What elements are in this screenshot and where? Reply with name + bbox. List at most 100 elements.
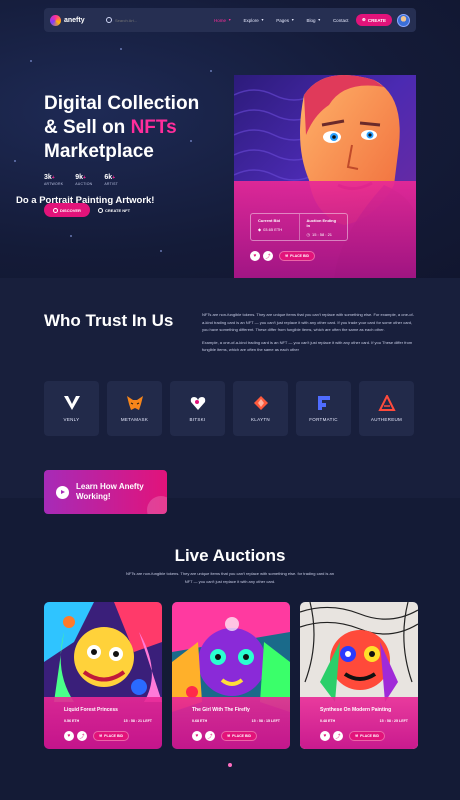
menu-label: Blog — [306, 17, 316, 23]
card-info-panel — [44, 697, 162, 749]
hero-title-line1: Digital Collection — [44, 93, 200, 114]
place-bid-label: PLACE BID — [232, 734, 252, 738]
authereum-icon — [377, 395, 396, 411]
compass-icon — [53, 207, 59, 213]
hero-title: Digital Collection & Sell on NFTs Market… — [44, 92, 224, 164]
menu-label: Contact — [332, 17, 349, 23]
brand-logo[interactable]: anefty — [50, 14, 106, 26]
user-avatar[interactable] — [397, 13, 410, 27]
current-bid-label: Current Bid — [258, 218, 280, 223]
partner-name: VENLY — [63, 417, 80, 422]
search-input[interactable] — [115, 17, 195, 23]
share-icon[interactable]: ⤴ — [205, 731, 215, 741]
heart-icon[interactable]: ♥ — [64, 731, 74, 741]
card-title: Liquid Forest Princess — [64, 707, 118, 713]
stat-artwork: 3k+ ARTWORK — [44, 174, 63, 186]
card-time-left: 15 : 58 : 25 LEFT — [379, 719, 408, 723]
place-bid-button[interactable]: ⚒ PLACE BID — [349, 731, 386, 741]
live-auctions-subtitle: NFTs are non-fungible tokens. They are u… — [126, 571, 334, 584]
hero-title-highlight: NFTs — [130, 117, 177, 138]
stat-value: 3k — [44, 174, 52, 181]
stat-artist: 6k+ ARTIST — [104, 174, 118, 186]
menu-item-pages[interactable]: Pages ▼ — [276, 18, 294, 23]
trust-paragraph: Example, a one-of-a-kind trading card is… — [202, 339, 413, 353]
partner-klaytn[interactable]: KLAYTN — [233, 381, 288, 436]
logo-icon — [50, 14, 61, 26]
hero-stats: 3k+ ARTWORK 9k+ AUCTION 6k+ ARTIST — [44, 174, 118, 186]
stat-label: ARTWORK — [44, 182, 64, 186]
gavel-icon: ⚒ — [99, 734, 103, 738]
page: anefty Home▼ Explore▼ Pages▼ Blog▼ Conta… — [0, 0, 460, 800]
carousel-dot[interactable] — [228, 763, 232, 767]
share-icon[interactable]: ⤴ — [333, 731, 343, 741]
learn-how-button[interactable]: Learn How Anefty Working! — [44, 470, 167, 514]
share-icon[interactable]: ⤴ — [77, 731, 87, 741]
chevron-down-icon: ▼ — [228, 18, 232, 22]
card-actions: ♥ ⤴ ⚒ PLACE BID — [320, 731, 386, 741]
card-actions: ♥ ⤴ ⚒ PLACE BID — [64, 731, 130, 741]
partner-logos: VENLY METAMASK BITSKI KLAYTN FORTMATIC A… — [44, 381, 414, 436]
brand-name: anefty — [64, 16, 85, 24]
menu-item-contact[interactable]: Contact — [333, 18, 349, 23]
auction-card[interactable]: The Girl With The Firefly 0.68 ETH 15 : … — [172, 602, 290, 749]
menu-item-blog[interactable]: Blog ▼ — [306, 18, 320, 23]
auction-ending-value: 15 : 58 : 21 — [312, 232, 333, 237]
partner-authereum[interactable]: AUTHEREUM — [359, 381, 414, 436]
decorative-circle — [147, 496, 167, 514]
partner-venly[interactable]: VENLY — [44, 381, 99, 436]
partner-name: METAMASK — [120, 417, 149, 422]
clock-icon: ◷ — [306, 232, 311, 237]
menu-label: Pages — [276, 17, 289, 23]
auction-card[interactable]: Liquid Forest Princess 0.56 ETH 15 : 58 … — [44, 602, 162, 749]
hero-title-line2: & Sell on — [44, 117, 131, 138]
heart-icon[interactable]: ♥ — [192, 731, 202, 741]
discover-label: DISCOVER — [60, 207, 81, 213]
card-meta: 0.68 ETH 15 : 58 : 15 LEFT — [192, 719, 280, 723]
partner-bitski[interactable]: BITSKI — [170, 381, 225, 436]
gavel-icon: ⚒ — [285, 254, 289, 258]
place-bid-label: PLACE BID — [360, 734, 380, 738]
card-actions: ♥ ⤴ ⚒ PLACE BID — [192, 731, 258, 741]
partner-metamask[interactable]: METAMASK — [107, 381, 162, 436]
carousel-pagination — [0, 763, 460, 767]
card-price: 0.68 ETH — [192, 719, 208, 723]
place-bid-button[interactable]: ⚒ PLACE BID — [221, 731, 258, 741]
place-bid-button[interactable]: ⚒ PLACE BID — [93, 731, 130, 741]
card-time-left: 15 : 58 : 15 LEFT — [251, 719, 280, 723]
card-price: 0.56 ETH — [64, 719, 80, 723]
ethereum-icon: ◆ — [258, 227, 262, 232]
card-title: Synthese On Modern Painting — [320, 707, 392, 713]
top-navbar: anefty Home▼ Explore▼ Pages▼ Blog▼ Conta… — [44, 8, 416, 32]
create-nft-label: CREATE NFT — [105, 207, 131, 213]
heart-icon[interactable]: ♥ — [320, 731, 330, 741]
heart-icon[interactable]: ♥ — [250, 251, 260, 261]
card-info-panel — [300, 697, 418, 749]
hero-title-line3: Marketplace — [44, 141, 154, 162]
partner-name: FORTMATIC — [309, 417, 338, 422]
auction-card[interactable]: Synthese On Modern Painting 0.48 ETH 15 … — [300, 602, 418, 749]
plus-circle-icon — [98, 207, 103, 213]
search-box — [106, 17, 206, 23]
featured-artwork-actions: ♥ ⤴ ⚒ PLACE BID — [250, 251, 316, 261]
trust-title: Who Trust In Us — [44, 311, 174, 330]
bid-info-box: Current Bid ◆ 03.65 ETH Auction Ending In… — [250, 213, 348, 241]
venly-icon — [63, 395, 81, 411]
menu-item-home[interactable]: Home ▼ — [214, 18, 231, 23]
share-icon[interactable]: ⤴ — [263, 251, 273, 261]
card-info-panel — [172, 697, 290, 749]
create-button[interactable]: ⊕ CREATE — [356, 14, 392, 26]
chevron-down-icon: ▼ — [260, 18, 265, 22]
partner-fortmatic[interactable]: FORTMATIC — [296, 381, 351, 436]
place-bid-button[interactable]: ⚒ PLACE BID — [279, 251, 316, 261]
featured-artwork[interactable] — [234, 75, 416, 278]
menu-item-explore[interactable]: Explore ▼ — [243, 18, 264, 23]
stat-label: AUCTION — [75, 182, 93, 186]
card-time-left: 15 : 58 : 21 LEFT — [123, 719, 152, 723]
featured-artwork-title: Do a Portrait Painting Artwork! — [16, 195, 155, 206]
search-icon[interactable] — [106, 17, 112, 23]
trust-description: NFTs are non-fungible tokens. They are u… — [202, 311, 416, 354]
stat-plus: + — [51, 175, 55, 181]
learn-how-label: Learn How Anefty Working! — [76, 482, 144, 501]
place-bid-label: PLACE BID — [290, 254, 310, 258]
card-meta: 0.48 ETH 15 : 58 : 25 LEFT — [320, 719, 408, 723]
